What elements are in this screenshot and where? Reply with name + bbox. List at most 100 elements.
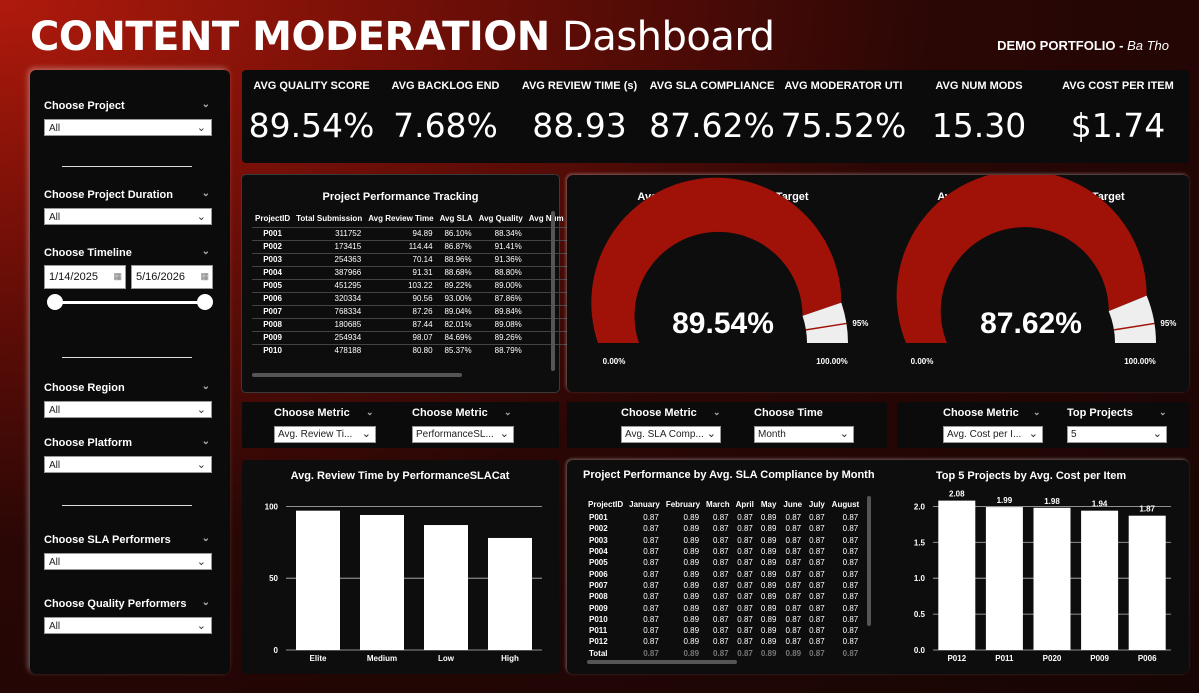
kpi-strip: AVG QUALITY SCORE 89.54% AVG BACKLOG END 7… bbox=[242, 70, 1189, 163]
table-cell: 478188 bbox=[293, 343, 366, 357]
column-header[interactable]: May bbox=[757, 496, 781, 512]
chevron-down-icon[interactable]: ⌄ bbox=[366, 407, 374, 418]
matrix-cell: 0.87 bbox=[809, 524, 825, 534]
column-header[interactable]: Avg Num bbox=[526, 211, 567, 227]
top-projects-dropdown[interactable]: 5 ⌄ bbox=[1067, 426, 1167, 443]
matrix-row[interactable]: P010 0.87 0.89 0.87 0.87 0.89 0.87 0.87 0.87 bbox=[585, 614, 862, 625]
matrix-cell: 0.87 bbox=[785, 580, 802, 590]
vertical-scrollbar[interactable] bbox=[867, 496, 871, 626]
metric-dropdown-4[interactable]: Avg. Cost per I... ⌄ bbox=[943, 426, 1043, 443]
chevron-down-icon[interactable]: ⌄ bbox=[1033, 407, 1041, 418]
column-header[interactable]: March bbox=[703, 496, 733, 512]
matrix-cell: 0.87 bbox=[737, 592, 753, 602]
matrix-row[interactable]: P009 0.87 0.89 0.87 0.87 0.89 0.87 0.87 0.87 bbox=[585, 602, 862, 613]
matrix-cell: 0.87 bbox=[809, 513, 825, 523]
column-header[interactable]: Avg SLA bbox=[437, 211, 476, 227]
time-dropdown[interactable]: Month ⌄ bbox=[754, 426, 854, 443]
column-header[interactable]: July bbox=[805, 496, 829, 512]
filter-label: Choose Metric bbox=[621, 407, 697, 419]
table-row[interactable]: P008 180685 87.44 82.01% 89.08% bbox=[252, 317, 567, 331]
horizontal-scrollbar[interactable] bbox=[587, 660, 737, 664]
start-date-input[interactable]: 1/14/2025 ▦ bbox=[44, 265, 126, 289]
metric-dropdown-2[interactable]: PerformanceSL... ⌄ bbox=[412, 426, 514, 443]
matrix-row[interactable]: P012 0.87 0.89 0.87 0.87 0.89 0.87 0.87 0.87 bbox=[585, 636, 862, 647]
matrix-cell: 0.87 bbox=[785, 603, 802, 613]
matrix-row[interactable]: P003 0.87 0.89 0.87 0.87 0.89 0.87 0.87 0.87 bbox=[585, 535, 862, 546]
matrix-cell: P002 bbox=[589, 524, 608, 534]
column-header[interactable]: August bbox=[829, 496, 863, 512]
matrix-cell: 0.87 bbox=[713, 513, 729, 523]
metric-filter-4: Choose Metric ⌄ Avg. Cost per I... ⌄ bbox=[943, 407, 1043, 443]
chevron-down-icon[interactable]: ⌄ bbox=[202, 246, 210, 257]
column-header[interactable]: January bbox=[626, 496, 663, 512]
matrix-row[interactable]: P006 0.87 0.89 0.87 0.87 0.89 0.87 0.87 0.87 bbox=[585, 568, 862, 579]
y-tick-label: 0.0 bbox=[914, 646, 926, 655]
table-row[interactable]: P007 768334 87.26 89.04% 89.84% bbox=[252, 304, 567, 318]
table-row[interactable]: P004 387966 91.31 88.68% 88.80% bbox=[252, 265, 567, 279]
table-cell: P007 bbox=[252, 304, 294, 318]
chevron-down-icon: ⌄ bbox=[706, 428, 716, 440]
column-header[interactable]: Total Submission bbox=[293, 211, 365, 227]
filter-sla-label: Choose SLA Performers ⌄ bbox=[44, 533, 210, 546]
matrix-row[interactable]: P001 0.87 0.89 0.87 0.87 0.89 0.87 0.87 0.87 bbox=[585, 512, 862, 523]
column-header[interactable]: ProjectID bbox=[585, 496, 626, 512]
kpi-backlog-end: AVG BACKLOG END 7.68% bbox=[379, 70, 512, 163]
total-row[interactable]: Total 0.87 0.89 0.87 0.87 0.89 0.89 0.87 0.87 bbox=[585, 648, 862, 659]
table-cell: 94.89 bbox=[365, 226, 437, 240]
chevron-down-icon[interactable]: ⌄ bbox=[202, 597, 210, 608]
chevron-down-icon[interactable]: ⌄ bbox=[202, 188, 210, 199]
column-header[interactable]: April bbox=[733, 496, 757, 512]
metric-dropdown-3[interactable]: Avg. SLA Comp... ⌄ bbox=[621, 426, 721, 443]
end-date-input[interactable]: 5/16/2026 ▦ bbox=[131, 265, 213, 289]
matrix-row[interactable]: P008 0.87 0.89 0.87 0.87 0.89 0.87 0.87 0.87 bbox=[585, 591, 862, 602]
timeline-slider-track[interactable] bbox=[54, 301, 204, 304]
table-row[interactable]: P003 254363 70.14 88.96% 91.36% bbox=[252, 252, 567, 266]
matrix-row[interactable]: P011 0.87 0.89 0.87 0.87 0.89 0.87 0.87 0.87 bbox=[585, 625, 862, 636]
platform-dropdown[interactable]: All ⌄ bbox=[44, 456, 212, 473]
duration-dropdown[interactable]: All ⌄ bbox=[44, 208, 212, 225]
filter-bar-sla: Choose Metric ⌄ Avg. SLA Comp... ⌄ Choose … bbox=[567, 402, 887, 448]
table-row[interactable]: P006 320334 90.56 93.00% 87.86% bbox=[252, 291, 567, 305]
vertical-scrollbar[interactable] bbox=[551, 211, 555, 371]
table-row[interactable]: P010 478188 80.80 85.37% 88.79% bbox=[252, 343, 567, 357]
matrix-cell: P004 bbox=[589, 547, 608, 557]
table-row[interactable]: P005 451295 103.22 89.22% 89.00% bbox=[252, 278, 567, 292]
chevron-down-icon[interactable]: ⌄ bbox=[1159, 407, 1167, 418]
matrix-row[interactable]: P004 0.87 0.89 0.87 0.87 0.89 0.87 0.87 0.87 bbox=[585, 546, 862, 557]
chevron-down-icon[interactable]: ⌄ bbox=[202, 436, 210, 447]
table-cell: 93.00% bbox=[436, 291, 476, 305]
matrix-row[interactable]: P007 0.87 0.89 0.87 0.87 0.89 0.87 0.87 0.87 bbox=[585, 580, 862, 591]
column-header[interactable]: June bbox=[780, 496, 805, 512]
table-cell: 89.22% bbox=[436, 278, 476, 292]
table-row[interactable]: P001 311752 94.89 86.10% 88.34% bbox=[252, 226, 567, 240]
column-header[interactable]: Avg Quality bbox=[476, 211, 526, 227]
matrix-row[interactable]: P005 0.87 0.89 0.87 0.87 0.89 0.87 0.87 0.87 bbox=[585, 557, 862, 568]
calendar-icon[interactable]: ▦ bbox=[113, 271, 122, 282]
slider-start-handle[interactable] bbox=[47, 294, 63, 310]
matrix-cell: 0.89 bbox=[683, 592, 700, 602]
column-header[interactable]: ProjectID bbox=[252, 211, 293, 227]
sla-dropdown[interactable]: All ⌄ bbox=[44, 553, 212, 570]
column-header[interactable]: Avg Review Time bbox=[365, 211, 436, 227]
divider bbox=[62, 357, 192, 358]
metric-dropdown-1[interactable]: Avg. Review Ti... ⌄ bbox=[274, 426, 376, 443]
chevron-down-icon[interactable]: ⌄ bbox=[202, 99, 210, 110]
chevron-down-icon[interactable]: ⌄ bbox=[713, 407, 721, 418]
region-dropdown[interactable]: All ⌄ bbox=[44, 401, 212, 418]
horizontal-scrollbar[interactable] bbox=[252, 373, 462, 377]
matrix-cell: 0.87 bbox=[842, 648, 859, 658]
column-header[interactable]: February bbox=[663, 496, 703, 512]
gauge-value-label: 87.62% bbox=[980, 307, 1082, 340]
table-row[interactable]: P002 173415 114.44 86.87% 91.41% bbox=[252, 239, 567, 253]
filter-sla: Choose SLA Performers ⌄ All ⌄ bbox=[44, 533, 212, 570]
project-dropdown[interactable]: All ⌄ bbox=[44, 119, 212, 136]
chevron-down-icon[interactable]: ⌄ bbox=[202, 381, 210, 392]
matrix-row[interactable]: P002 0.87 0.89 0.87 0.87 0.89 0.87 0.87 0.87 bbox=[585, 523, 862, 534]
quality-dropdown[interactable]: All ⌄ bbox=[44, 617, 212, 634]
table-row[interactable]: P009 254934 98.07 84.69% 89.26% bbox=[252, 330, 567, 344]
calendar-icon[interactable]: ▦ bbox=[200, 271, 209, 282]
chevron-down-icon[interactable]: ⌄ bbox=[202, 533, 210, 544]
matrix-cell: 0.87 bbox=[643, 648, 659, 658]
chevron-down-icon[interactable]: ⌄ bbox=[504, 407, 512, 418]
slider-end-handle[interactable] bbox=[197, 294, 213, 310]
